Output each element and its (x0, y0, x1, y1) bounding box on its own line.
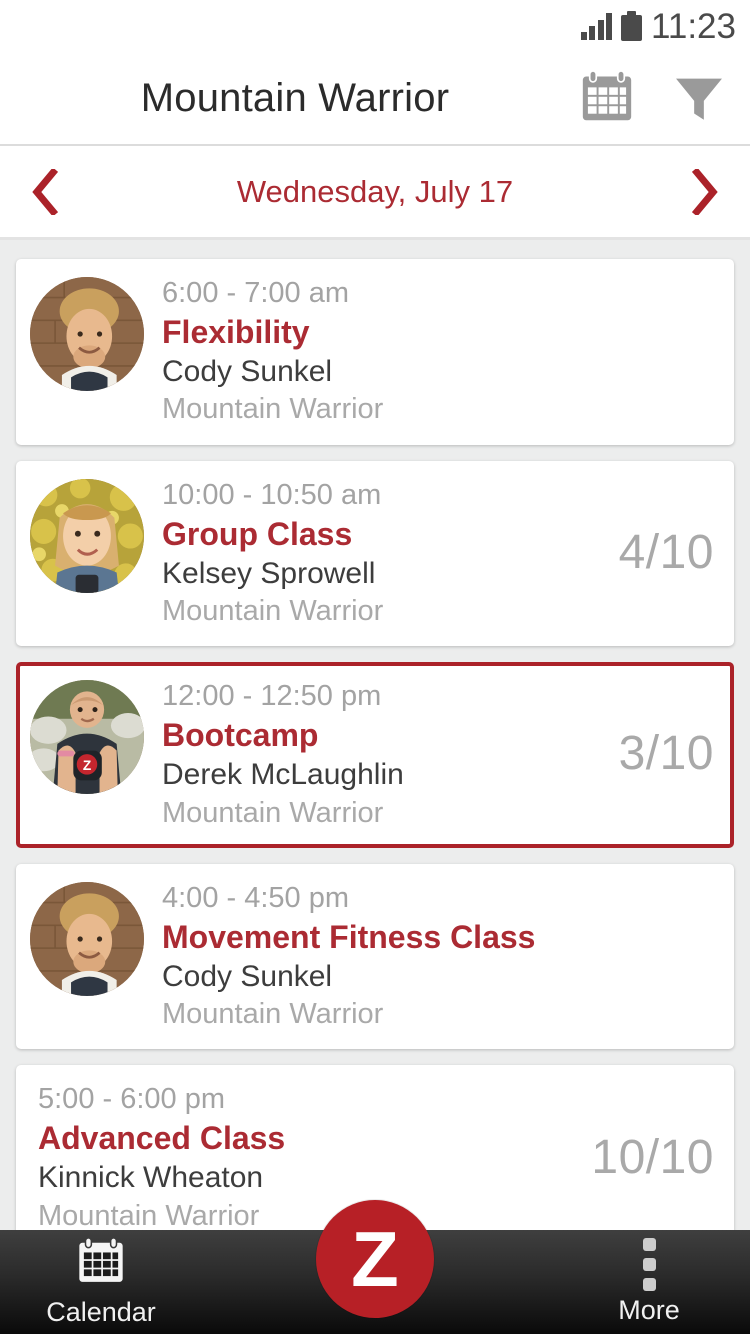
bottom-navigation-bar: Calendar Z More (0, 1200, 750, 1334)
instructor-avatar (30, 478, 144, 593)
zen-planner-fab-button[interactable]: Z (316, 1200, 434, 1318)
class-studio: Mountain Warrior (162, 393, 384, 426)
filter-funnel-icon[interactable] (670, 69, 728, 127)
app-root: 11:23 Mountain Warrior Wednesday, July 1… (0, 0, 750, 1334)
class-title: Movement Fitness Class (162, 918, 536, 955)
calendar-icon[interactable] (578, 69, 636, 127)
class-list[interactable]: 6:00 - 7:00 am Flexibility Cody Sunkel M… (0, 243, 750, 1334)
status-bar: 11:23 (0, 0, 750, 52)
class-capacity: 3/10 (618, 727, 714, 781)
class-coach: Kinnick Wheaton (38, 1161, 264, 1195)
class-card[interactable]: 10:00 - 10:50 am Group Class Kelsey Spro… (16, 460, 734, 647)
overflow-dots-icon (642, 1238, 656, 1291)
class-coach: Cody Sunkel (162, 959, 333, 993)
current-date-label: Wednesday, July 17 (236, 173, 514, 209)
nav-more-label: More (618, 1295, 680, 1325)
class-info: 4:00 - 4:50 pm Movement Fitness Class Co… (162, 878, 700, 1034)
class-studio: Mountain Warrior (162, 796, 384, 829)
class-info: 6:00 - 7:00 am Flexibility Cody Sunkel M… (162, 273, 700, 429)
class-title: Group Class (162, 515, 353, 552)
chevron-left-icon[interactable] (22, 168, 68, 215)
class-capacity: 10/10 (591, 1130, 714, 1184)
app-header: Mountain Warrior (0, 52, 750, 146)
class-time: 6:00 - 7:00 am (162, 277, 349, 309)
date-navigation-bar: Wednesday, July 17 (0, 146, 750, 240)
status-bar-clock: 11:23 (651, 6, 736, 46)
instructor-avatar: Z (30, 680, 144, 795)
class-coach: Derek McLaughlin (162, 758, 404, 792)
class-info: 12:00 - 12:50 pm Bootcamp Derek McLaughl… (162, 676, 605, 832)
header-actions (578, 69, 750, 127)
battery-full-icon (621, 11, 642, 41)
svg-text:Z: Z (83, 758, 91, 773)
calendar-icon (75, 1236, 127, 1293)
class-card-selected[interactable]: Z 12:00 - 12:50 pm Bootcamp Derek McLaug… (16, 662, 734, 848)
class-info: 5:00 - 6:00 pm Advanced Class Kinnick Wh… (38, 1079, 577, 1235)
class-card[interactable]: 4:00 - 4:50 pm Movement Fitness Class Co… (16, 863, 734, 1050)
class-studio: Mountain Warrior (162, 998, 384, 1031)
class-time: 4:00 - 4:50 pm (162, 881, 349, 914)
chevron-right-icon[interactable] (682, 168, 728, 215)
instructor-avatar (30, 277, 144, 391)
class-studio: Mountain Warrior (162, 595, 384, 628)
class-card[interactable]: 6:00 - 7:00 am Flexibility Cody Sunkel M… (16, 259, 734, 445)
class-info: 10:00 - 10:50 am Group Class Kelsey Spro… (162, 475, 605, 631)
instructor-avatar (30, 881, 144, 996)
nav-calendar-label: Calendar (46, 1297, 156, 1327)
class-capacity: 4/10 (618, 525, 714, 579)
signal-bars-icon (580, 12, 612, 40)
class-time: 5:00 - 6:00 pm (38, 1083, 225, 1116)
class-time: 12:00 - 12:50 pm (162, 680, 382, 713)
class-title: Flexibility (162, 314, 310, 351)
nav-item-calendar[interactable]: Calendar (26, 1236, 176, 1328)
class-title: Bootcamp (162, 717, 319, 754)
class-coach: Kelsey Sprowell (162, 556, 376, 590)
class-coach: Cody Sunkel (162, 355, 333, 389)
class-title: Advanced Class (38, 1120, 286, 1157)
class-time: 10:00 - 10:50 am (162, 478, 382, 511)
nav-item-more[interactable]: More (574, 1238, 724, 1326)
